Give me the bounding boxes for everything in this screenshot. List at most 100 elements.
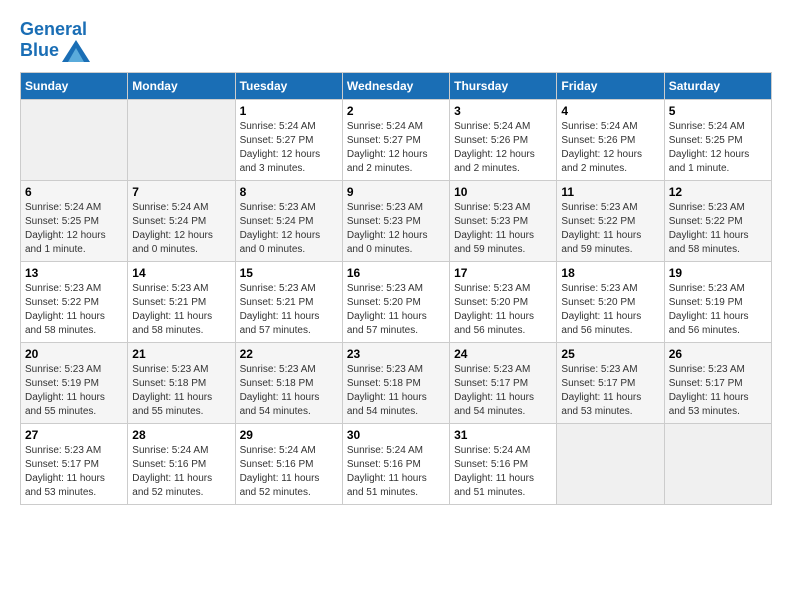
calendar-cell: 2 Sunrise: 5:24 AM Sunset: 5:27 PM Daylig…: [342, 99, 449, 180]
day-number: 21: [132, 347, 230, 361]
calendar-cell: 23Sunrise: 5:23 AM Sunset: 5:18 PM Dayli…: [342, 342, 449, 423]
day-info: Sunrise: 5:23 AM Sunset: 5:21 PM Dayligh…: [240, 282, 338, 338]
calendar-week-row: 20 Sunrise: 5:23 AM Sunset: 5:19 PM Dayli…: [21, 342, 772, 423]
day-info: Sunrise: 5:23 AM Sunset: 5:22 PM Dayligh…: [669, 201, 767, 257]
day-info: Sunrise: 5:23 AM Sunset: 5:22 PM Dayligh…: [561, 201, 659, 257]
day-info: Sunrise: 5:23 AM Sunset: 5:17 PM Dayligh…: [25, 444, 123, 500]
calendar-week-row: 1Sunrise: 5:24 AM Sunset: 5:27 PM Daylig…: [21, 99, 772, 180]
day-number: 20: [25, 347, 123, 361]
weekday-header: Tuesday: [235, 72, 342, 99]
day-info: Sunrise: 5:23 AM Sunset: 5:18 PM Dayligh…: [240, 363, 338, 419]
day-info: Sunrise: 5:24 AM Sunset: 5:25 PM Dayligh…: [25, 201, 123, 257]
day-info: Sunrise: 5:23 AM Sunset: 5:19 PM Dayligh…: [25, 363, 123, 419]
calendar-cell: 15 Sunrise: 5:23 AM Sunset: 5:21 PM Dayli…: [235, 261, 342, 342]
day-number: 24: [454, 347, 552, 361]
day-info: Sunrise: 5:23 AM Sunset: 5:17 PM Dayligh…: [561, 363, 659, 419]
calendar-cell: 18 Sunrise: 5:23 AM Sunset: 5:20 PM Dayli…: [557, 261, 664, 342]
calendar-cell: 3 Sunrise: 5:24 AM Sunset: 5:26 PM Daylig…: [450, 99, 557, 180]
day-number: 10: [454, 185, 552, 199]
day-info: Sunrise: 5:24 AM Sunset: 5:26 PM Dayligh…: [561, 120, 659, 176]
day-info: Sunrise: 5:23 AM Sunset: 5:21 PM Dayligh…: [132, 282, 230, 338]
day-number: 14: [132, 266, 230, 280]
day-info: Sunrise: 5:24 AM Sunset: 5:16 PM Dayligh…: [454, 444, 552, 500]
calendar-cell: 22 Sunrise: 5:23 AM Sunset: 5:18 PM Dayli…: [235, 342, 342, 423]
calendar-cell: [664, 423, 771, 504]
calendar-cell: 12 Sunrise: 5:23 AM Sunset: 5:22 PM Dayli…: [664, 180, 771, 261]
day-info: Sunrise: 5:23 AM Sunset: 5:24 PM Dayligh…: [240, 201, 338, 257]
day-number: 26: [669, 347, 767, 361]
calendar-cell: 16 Sunrise: 5:23 AM Sunset: 5:20 PM Dayli…: [342, 261, 449, 342]
day-info: Sunrise: 5:24 AM Sunset: 5:16 PM Dayligh…: [240, 444, 338, 500]
weekday-header: Friday: [557, 72, 664, 99]
day-info: Sunrise: 5:23 AM Sunset: 5:23 PM Dayligh…: [347, 201, 445, 257]
day-number: 12: [669, 185, 767, 199]
calendar-cell: 26 Sunrise: 5:23 AM Sunset: 5:17 PM Dayli…: [664, 342, 771, 423]
calendar-cell: 19Sunrise: 5:23 AM Sunset: 5:19 PM Dayli…: [664, 261, 771, 342]
day-number: 3: [454, 104, 552, 118]
day-number: 2: [347, 104, 445, 118]
calendar-cell: 13 Sunrise: 5:23 AM Sunset: 5:22 PM Dayli…: [21, 261, 128, 342]
calendar-cell: 21Sunrise: 5:23 AM Sunset: 5:18 PM Dayli…: [128, 342, 235, 423]
calendar-cell: 4 Sunrise: 5:24 AM Sunset: 5:26 PM Daylig…: [557, 99, 664, 180]
calendar-body: 1Sunrise: 5:24 AM Sunset: 5:27 PM Daylig…: [21, 99, 772, 504]
calendar-cell: [557, 423, 664, 504]
day-info: Sunrise: 5:23 AM Sunset: 5:19 PM Dayligh…: [669, 282, 767, 338]
day-number: 15: [240, 266, 338, 280]
day-info: Sunrise: 5:24 AM Sunset: 5:16 PM Dayligh…: [347, 444, 445, 500]
day-info: Sunrise: 5:24 AM Sunset: 5:25 PM Dayligh…: [669, 120, 767, 176]
calendar-cell: 31 Sunrise: 5:24 AM Sunset: 5:16 PM Dayli…: [450, 423, 557, 504]
day-number: 29: [240, 428, 338, 442]
day-number: 31: [454, 428, 552, 442]
day-info: Sunrise: 5:23 AM Sunset: 5:18 PM Dayligh…: [347, 363, 445, 419]
calendar-cell: 9 Sunrise: 5:23 AM Sunset: 5:23 PM Daylig…: [342, 180, 449, 261]
calendar-cell: 14 Sunrise: 5:23 AM Sunset: 5:21 PM Dayli…: [128, 261, 235, 342]
calendar-cell: 10 Sunrise: 5:23 AM Sunset: 5:23 PM Dayli…: [450, 180, 557, 261]
calendar-cell: 5Sunrise: 5:24 AM Sunset: 5:25 PM Daylig…: [664, 99, 771, 180]
logo: General Blue: [20, 20, 90, 62]
calendar-cell: 11 Sunrise: 5:23 AM Sunset: 5:22 PM Dayli…: [557, 180, 664, 261]
day-info: Sunrise: 5:24 AM Sunset: 5:26 PM Dayligh…: [454, 120, 552, 176]
page-header: General Blue: [20, 20, 772, 62]
weekday-header: Thursday: [450, 72, 557, 99]
day-number: 30: [347, 428, 445, 442]
calendar-cell: 29 Sunrise: 5:24 AM Sunset: 5:16 PM Dayli…: [235, 423, 342, 504]
day-number: 4: [561, 104, 659, 118]
day-number: 27: [25, 428, 123, 442]
logo-icon: [62, 40, 90, 62]
calendar-cell: 25Sunrise: 5:23 AM Sunset: 5:17 PM Dayli…: [557, 342, 664, 423]
weekday-header: Monday: [128, 72, 235, 99]
day-info: Sunrise: 5:24 AM Sunset: 5:24 PM Dayligh…: [132, 201, 230, 257]
calendar-cell: 27 Sunrise: 5:23 AM Sunset: 5:17 PM Dayli…: [21, 423, 128, 504]
weekday-row: SundayMondayTuesdayWednesdayThursdayFrid…: [21, 72, 772, 99]
day-number: 9: [347, 185, 445, 199]
day-number: 8: [240, 185, 338, 199]
calendar-cell: 1Sunrise: 5:24 AM Sunset: 5:27 PM Daylig…: [235, 99, 342, 180]
day-info: Sunrise: 5:23 AM Sunset: 5:20 PM Dayligh…: [561, 282, 659, 338]
day-number: 11: [561, 185, 659, 199]
calendar-cell: 28Sunrise: 5:24 AM Sunset: 5:16 PM Dayli…: [128, 423, 235, 504]
calendar-cell: 8 Sunrise: 5:23 AM Sunset: 5:24 PM Daylig…: [235, 180, 342, 261]
weekday-header: Wednesday: [342, 72, 449, 99]
calendar-cell: 24Sunrise: 5:23 AM Sunset: 5:17 PM Dayli…: [450, 342, 557, 423]
weekday-header: Saturday: [664, 72, 771, 99]
calendar-table: SundayMondayTuesdayWednesdayThursdayFrid…: [20, 72, 772, 505]
day-number: 16: [347, 266, 445, 280]
day-info: Sunrise: 5:24 AM Sunset: 5:27 PM Dayligh…: [347, 120, 445, 176]
day-info: Sunrise: 5:23 AM Sunset: 5:22 PM Dayligh…: [25, 282, 123, 338]
day-number: 13: [25, 266, 123, 280]
day-number: 18: [561, 266, 659, 280]
calendar-week-row: 6Sunrise: 5:24 AM Sunset: 5:25 PM Daylig…: [21, 180, 772, 261]
weekday-header: Sunday: [21, 72, 128, 99]
day-info: Sunrise: 5:23 AM Sunset: 5:20 PM Dayligh…: [347, 282, 445, 338]
day-info: Sunrise: 5:23 AM Sunset: 5:23 PM Dayligh…: [454, 201, 552, 257]
calendar-cell: 20 Sunrise: 5:23 AM Sunset: 5:19 PM Dayli…: [21, 342, 128, 423]
calendar-cell: 30 Sunrise: 5:24 AM Sunset: 5:16 PM Dayli…: [342, 423, 449, 504]
day-number: 17: [454, 266, 552, 280]
calendar-cell: 17Sunrise: 5:23 AM Sunset: 5:20 PM Dayli…: [450, 261, 557, 342]
calendar-cell: 6Sunrise: 5:24 AM Sunset: 5:25 PM Daylig…: [21, 180, 128, 261]
calendar-header: SundayMondayTuesdayWednesdayThursdayFrid…: [21, 72, 772, 99]
day-info: Sunrise: 5:23 AM Sunset: 5:17 PM Dayligh…: [669, 363, 767, 419]
day-number: 28: [132, 428, 230, 442]
calendar-week-row: 27 Sunrise: 5:23 AM Sunset: 5:17 PM Dayli…: [21, 423, 772, 504]
day-number: 22: [240, 347, 338, 361]
